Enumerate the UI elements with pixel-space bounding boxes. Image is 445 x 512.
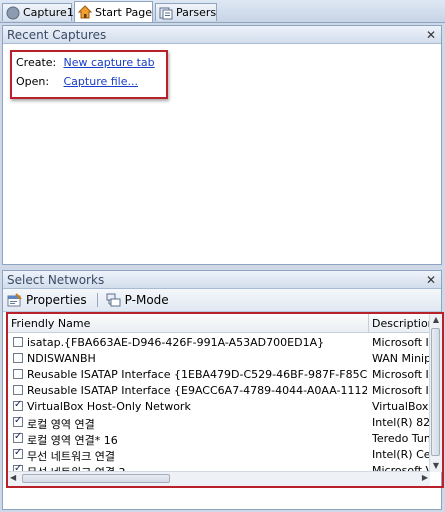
network-description: VirtualBox Host-Only Ethernet Adapter (372, 400, 430, 413)
network-row[interactable]: 로컬 영역 연결 Intel(R) 82579V (8, 415, 430, 431)
panel-title: Select Networks (7, 272, 105, 287)
tab-label: Capture1 (23, 6, 74, 19)
tab-label: Parsers (176, 6, 217, 19)
recent-captures-header: Recent Captures ✕ (3, 26, 441, 44)
properties-icon (7, 293, 22, 307)
network-description: Microsoft ISATAP Adapter (372, 368, 430, 381)
close-icon[interactable]: ✕ (425, 28, 437, 42)
network-row[interactable]: 로컬 영역 연결* 16 Teredo Tunneling Pseudo-Int… (8, 431, 430, 447)
network-checkbox[interactable] (13, 369, 23, 379)
open-row: Open: Capture file... (16, 75, 138, 88)
select-networks-header: Select Networks ✕ (3, 271, 441, 289)
parsers-icon (159, 6, 173, 20)
column-header-description[interactable]: Description (372, 317, 435, 330)
network-description: Microsoft ISATAP Adapter (372, 384, 430, 397)
p-mode-label: P-Mode (124, 293, 169, 307)
network-checkbox[interactable] (13, 431, 23, 443)
network-friendly-name: 무선 네트워크 연결 (27, 450, 115, 463)
vertical-scroll-thumb[interactable] (431, 328, 440, 456)
network-friendly-name: Reusable ISATAP Interface {1EBA479D-C529… (27, 368, 367, 381)
recent-captures-panel: Recent Captures ✕ Create: New capture ta… (2, 25, 442, 265)
capture-file-link[interactable]: Capture file... (64, 75, 138, 88)
network-checkbox[interactable] (13, 385, 23, 395)
network-row[interactable]: Reusable ISATAP Interface {E9ACC6A7-4789… (8, 383, 430, 398)
horizontal-scroll-thumb[interactable] (22, 474, 170, 483)
network-description: WAN Miniport (Network Monitor) (372, 352, 430, 365)
new-capture-tab-link[interactable]: New capture tab (64, 56, 155, 69)
vertical-scrollbar[interactable]: ▲ ▼ (429, 314, 442, 472)
tab-label: Start Page (95, 5, 152, 19)
tab-start-page[interactable]: Start Page (74, 1, 153, 22)
network-row[interactable]: NDISWANBH WAN Miniport (Network Monitor) (8, 351, 430, 366)
toolbar-separator (96, 293, 98, 307)
properties-button[interactable]: Properties (7, 293, 87, 307)
network-friendly-name: isatap.{FBA663AE-D946-426F-991A-A53AD700… (27, 336, 325, 349)
scroll-right-arrow-icon[interactable]: ▶ (422, 473, 428, 482)
network-friendly-name: 로컬 영역 연결* 16 (27, 434, 118, 447)
network-friendly-name: 로컬 영역 연결 (27, 418, 95, 431)
create-label: Create: (16, 56, 57, 69)
tab-parsers[interactable]: Parsers (155, 3, 217, 21)
column-divider[interactable] (368, 314, 369, 332)
network-row[interactable]: isatap.{FBA663AE-D946-426F-991A-A53AD700… (8, 335, 430, 350)
network-checkbox[interactable] (13, 415, 23, 427)
recent-captures-links: Create: New capture tab Open: Capture fi… (10, 50, 168, 99)
network-description: Microsoft ISATAP Adapter (372, 336, 430, 349)
network-friendly-name: NDISWANBH (27, 352, 96, 365)
document-tab-bar: Capture1 Start Page Parsers (0, 0, 445, 23)
home-icon (77, 5, 93, 19)
scroll-left-arrow-icon[interactable]: ◀ (10, 473, 16, 482)
capture-icon (6, 6, 20, 20)
scroll-down-arrow-icon[interactable]: ▼ (430, 460, 442, 472)
networks-toolbar: Properties P-Mode (3, 289, 441, 312)
p-mode-icon (106, 293, 121, 307)
network-description: Intel(R) 82579V (372, 416, 430, 429)
scroll-up-arrow-icon[interactable]: ▲ (430, 314, 442, 326)
open-label: Open: (16, 75, 50, 88)
select-networks-panel: Select Networks ✕ Properties P-Mode Frie… (2, 270, 444, 510)
network-row[interactable]: 무선 네트워크 연결 Intel(R) Centrino (8, 447, 430, 463)
network-row[interactable]: VirtualBox Host-Only Network VirtualBox … (8, 399, 430, 414)
p-mode-button[interactable]: P-Mode (106, 293, 169, 307)
network-description: Intel(R) Centrino (372, 448, 430, 461)
panel-title: Recent Captures (7, 27, 107, 42)
networks-grid: Friendly Name Description isatap.{FBA663… (6, 312, 444, 488)
network-checkbox[interactable] (13, 447, 23, 459)
network-checkbox[interactable] (13, 353, 23, 363)
network-row[interactable]: Reusable ISATAP Interface {1EBA479D-C529… (8, 367, 430, 382)
close-icon[interactable]: ✕ (425, 273, 437, 287)
network-checkbox[interactable] (13, 337, 23, 347)
create-row: Create: New capture tab (16, 56, 155, 69)
tab-capture1[interactable]: Capture1 (2, 3, 74, 21)
grid-header: Friendly Name Description (8, 314, 435, 333)
network-description: Teredo Tunneling Pseudo-Interface (372, 432, 430, 445)
horizontal-scrollbar[interactable]: ◀ ▶ (8, 471, 430, 486)
properties-label: Properties (26, 293, 87, 307)
network-checkbox[interactable] (13, 399, 23, 411)
network-friendly-name: Reusable ISATAP Interface {E9ACC6A7-4789… (27, 384, 367, 397)
network-friendly-name: VirtualBox Host-Only Network (27, 400, 191, 413)
column-header-friendly-name[interactable]: Friendly Name (11, 317, 90, 330)
